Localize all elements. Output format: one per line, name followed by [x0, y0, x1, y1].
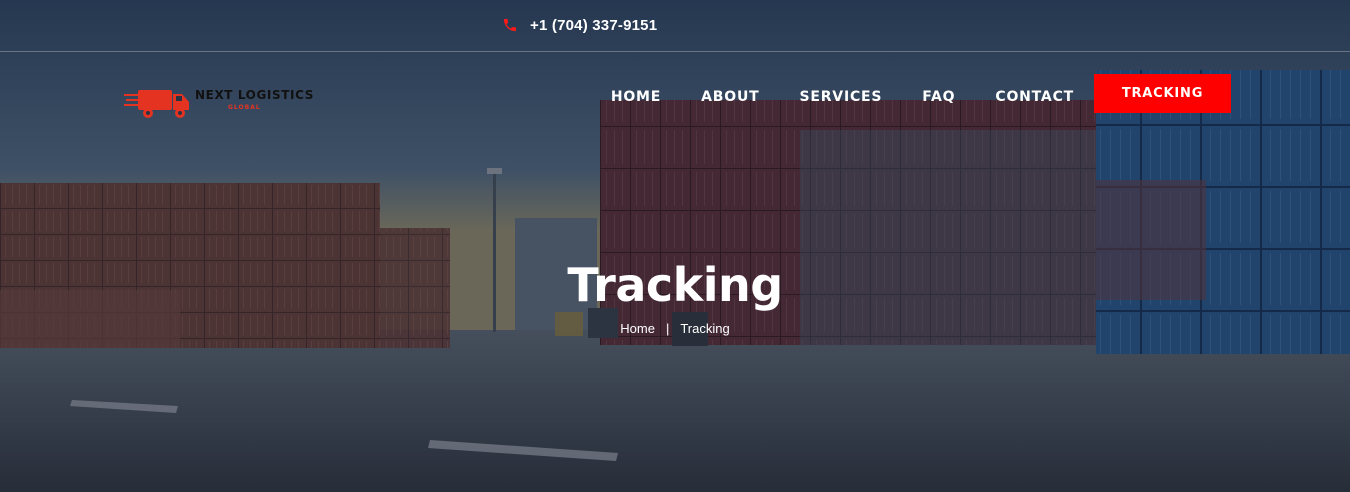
tracking-button[interactable]: TRACKING [1094, 74, 1231, 113]
breadcrumb-current: Tracking [680, 321, 730, 336]
brand-name: NEXT LOGISTICS [195, 88, 314, 102]
nav-contact[interactable]: CONTACT [995, 88, 1074, 106]
nav-services[interactable]: SERVICES [799, 88, 882, 106]
breadcrumb: Home | Tracking [0, 321, 1350, 336]
phone-number[interactable]: +1 (704) 337-9151 [530, 17, 657, 34]
brand-tagline: GLOBAL [228, 104, 261, 111]
phone-contact[interactable]: +1 (704) 337-9151 [502, 14, 657, 36]
brand-logo[interactable]: NEXT LOGISTICS GLOBAL [124, 84, 324, 120]
nav-faq[interactable]: FAQ [922, 88, 955, 106]
breadcrumb-home-link[interactable]: Home [620, 321, 655, 336]
phone-icon [504, 19, 516, 31]
page-title: Tracking [567, 258, 783, 312]
truck-icon [124, 90, 189, 118]
nav-about[interactable]: ABOUT [701, 88, 759, 106]
breadcrumb-separator: | [665, 321, 670, 336]
top-bar: +1 (704) 337-9151 [0, 0, 1350, 52]
nav-home[interactable]: HOME [611, 88, 661, 106]
main-navigation: HOME ABOUT SERVICES FAQ CONTACT [611, 88, 1074, 106]
